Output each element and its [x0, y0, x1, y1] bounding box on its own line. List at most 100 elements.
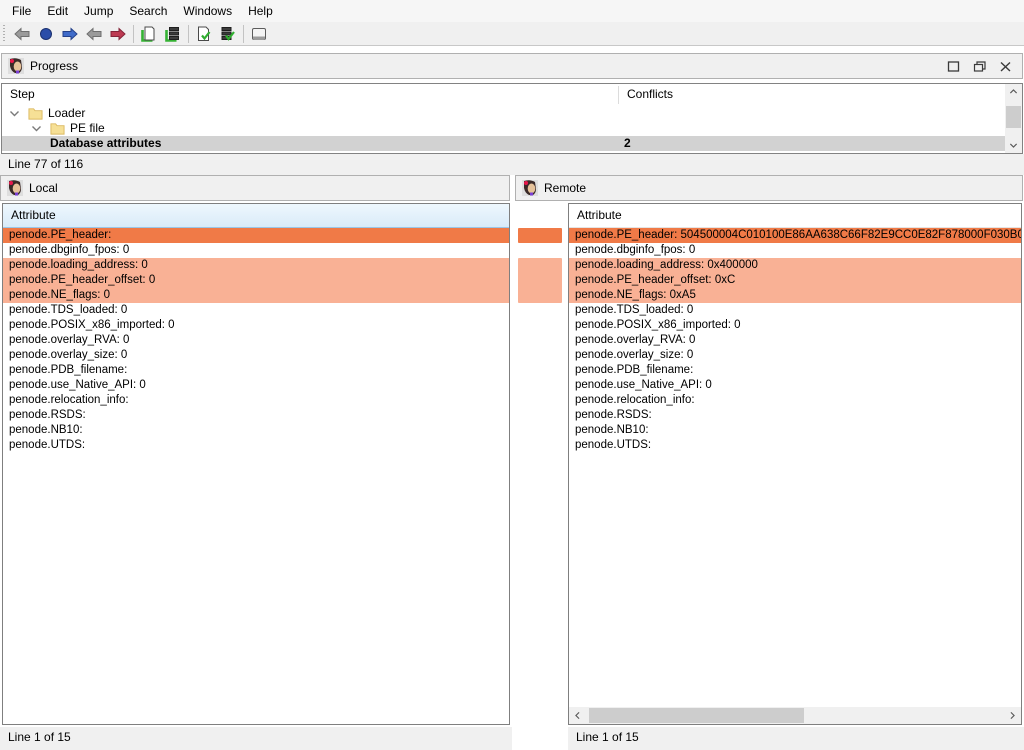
- restore-button[interactable]: [966, 55, 992, 77]
- attribute-row[interactable]: penode.NB10:: [3, 423, 509, 438]
- open-document-button[interactable]: [137, 23, 161, 45]
- column-header-step[interactable]: Step: [10, 87, 35, 101]
- attribute-row[interactable]: penode.UTDS:: [569, 438, 1021, 453]
- menu-file[interactable]: File: [4, 0, 39, 22]
- steps-tree-panel: Step Conflicts Loader PE file Database a…: [1, 83, 1023, 154]
- attribute-row[interactable]: penode.overlay_RVA: 0: [3, 333, 509, 348]
- nav-forward-button[interactable]: [58, 23, 82, 45]
- scroll-thumb[interactable]: [589, 708, 804, 723]
- gray-left-arrow-icon: [14, 26, 30, 42]
- toolbar-separator: [188, 25, 189, 43]
- attribute-row[interactable]: penode.overlay_size: 0: [569, 348, 1021, 363]
- attribute-row[interactable]: penode.loading_address: 0x400000: [569, 258, 1021, 273]
- scroll-left-arrow-icon[interactable]: [569, 707, 586, 724]
- local-column-header-attribute[interactable]: Attribute: [3, 204, 509, 228]
- blue-circle-icon: [38, 26, 54, 42]
- validate-document-button[interactable]: [192, 23, 216, 45]
- remote-column-header-attribute[interactable]: Attribute: [569, 204, 1021, 228]
- tree-row-loader[interactable]: Loader: [2, 106, 1022, 121]
- tree-row-database-attributes[interactable]: Database attributes 2: [2, 136, 1006, 151]
- scroll-thumb[interactable]: [1006, 106, 1021, 128]
- tree-label: Loader: [48, 106, 85, 121]
- toolbar-separator: [133, 25, 134, 43]
- nav-stop-button[interactable]: [34, 23, 58, 45]
- attribute-row[interactable]: penode.TDS_loaded: 0: [3, 303, 509, 318]
- attribute-row[interactable]: penode.UTDS:: [3, 438, 509, 453]
- jump-forward-button[interactable]: [106, 23, 130, 45]
- attribute-row[interactable]: penode.PE_header: 504500004C010100E86AA6…: [569, 228, 1021, 243]
- chevron-down-icon[interactable]: [30, 122, 43, 135]
- attribute-row[interactable]: penode.dbginfo_fpos: 0: [569, 243, 1021, 258]
- nav-back-button[interactable]: [10, 23, 34, 45]
- attribute-row[interactable]: penode.relocation_info:: [3, 393, 509, 408]
- attribute-row[interactable]: penode.overlay_size: 0: [3, 348, 509, 363]
- green-database-list-icon: [165, 26, 181, 42]
- scroll-down-arrow-icon[interactable]: [1005, 138, 1022, 153]
- menu-search[interactable]: Search: [121, 0, 175, 22]
- local-line-status: Line 1 of 15: [8, 730, 71, 744]
- progress-window-title: Progress: [30, 59, 78, 73]
- application-window: File Edit Jump Search Windows Help: [0, 0, 1024, 750]
- maximize-icon: [946, 59, 961, 74]
- menu-windows[interactable]: Windows: [175, 0, 240, 22]
- remote-attribute-list: Attribute penode.PE_header: 504500004C01…: [568, 203, 1022, 725]
- column-separator[interactable]: [618, 86, 619, 104]
- red-right-arrow-icon: [110, 26, 126, 42]
- attribute-row[interactable]: penode.RSDS:: [569, 408, 1021, 423]
- validate-database-list-button[interactable]: [216, 23, 240, 45]
- attribute-row[interactable]: penode.PE_header_offset: 0: [3, 273, 509, 288]
- attribute-row[interactable]: penode.POSIX_x86_imported: 0: [569, 318, 1021, 333]
- close-button[interactable]: [992, 55, 1018, 77]
- diff-marker-selected: [518, 228, 562, 243]
- local-pane-title: Local: [29, 181, 58, 195]
- attribute-row[interactable]: penode.NB10:: [569, 423, 1021, 438]
- attribute-row[interactable]: penode.loading_address: 0: [3, 258, 509, 273]
- attribute-row[interactable]: penode.use_Native_API: 0: [569, 378, 1021, 393]
- attribute-row[interactable]: penode.RSDS:: [3, 408, 509, 423]
- tree-row-pe-file[interactable]: PE file: [2, 121, 1022, 136]
- attribute-row[interactable]: penode.PDB_filename:: [3, 363, 509, 378]
- window-button[interactable]: [247, 23, 271, 45]
- scroll-up-arrow-icon[interactable]: [1005, 84, 1022, 99]
- menu-jump[interactable]: Jump: [76, 0, 121, 22]
- folder-icon: [28, 107, 43, 120]
- local-rows: penode.PE_header: penode.dbginfo_fpos: 0…: [3, 228, 509, 453]
- remote-horizontal-scrollbar[interactable]: [569, 707, 1021, 724]
- menu-help[interactable]: Help: [240, 0, 281, 22]
- jump-back-button[interactable]: [82, 23, 106, 45]
- menu-edit[interactable]: Edit: [39, 0, 76, 22]
- attribute-row[interactable]: penode.overlay_RVA: 0: [569, 333, 1021, 348]
- toolbar-drag-handle[interactable]: [2, 25, 7, 43]
- attribute-row[interactable]: penode.use_Native_API: 0: [3, 378, 509, 393]
- attribute-row[interactable]: penode.TDS_loaded: 0: [569, 303, 1021, 318]
- attribute-row[interactable]: penode.relocation_info:: [569, 393, 1021, 408]
- open-database-list-button[interactable]: [161, 23, 185, 45]
- progress-window-titlebar[interactable]: Progress: [1, 53, 1023, 79]
- tree-label: PE file: [70, 121, 105, 136]
- toolbar-separator: [243, 25, 244, 43]
- conflicts-count: 2: [624, 136, 631, 151]
- window-icon: [251, 26, 267, 42]
- folder-icon: [50, 122, 65, 135]
- scroll-right-arrow-icon[interactable]: [1004, 707, 1021, 724]
- remote-rows: penode.PE_header: 504500004C010100E86AA6…: [569, 228, 1021, 453]
- attribute-row[interactable]: penode.PDB_filename:: [569, 363, 1021, 378]
- attribute-row[interactable]: penode.POSIX_x86_imported: 0: [3, 318, 509, 333]
- tree-header: Step Conflicts: [2, 84, 1022, 106]
- column-header-conflicts[interactable]: Conflicts: [627, 87, 673, 101]
- attribute-row[interactable]: penode.PE_header_offset: 0xC: [569, 273, 1021, 288]
- maximize-button[interactable]: [940, 55, 966, 77]
- attribute-row[interactable]: penode.PE_header:: [3, 228, 509, 243]
- attribute-row[interactable]: penode.NE_flags: 0: [3, 288, 509, 303]
- diff-gutter: [512, 203, 568, 750]
- diff-marker-changed: [518, 258, 562, 303]
- green-document-icon: [141, 26, 157, 42]
- tree-vertical-scrollbar[interactable]: [1005, 84, 1022, 153]
- attribute-row[interactable]: penode.dbginfo_fpos: 0: [3, 243, 509, 258]
- attribute-row[interactable]: penode.NE_flags: 0xA5: [569, 288, 1021, 303]
- close-icon: [998, 59, 1013, 74]
- local-pane-titlebar[interactable]: Local: [0, 175, 510, 201]
- chevron-down-icon[interactable]: [8, 107, 21, 120]
- remote-pane-titlebar[interactable]: Remote: [515, 175, 1023, 201]
- gray-left-arrow-icon: [86, 26, 102, 42]
